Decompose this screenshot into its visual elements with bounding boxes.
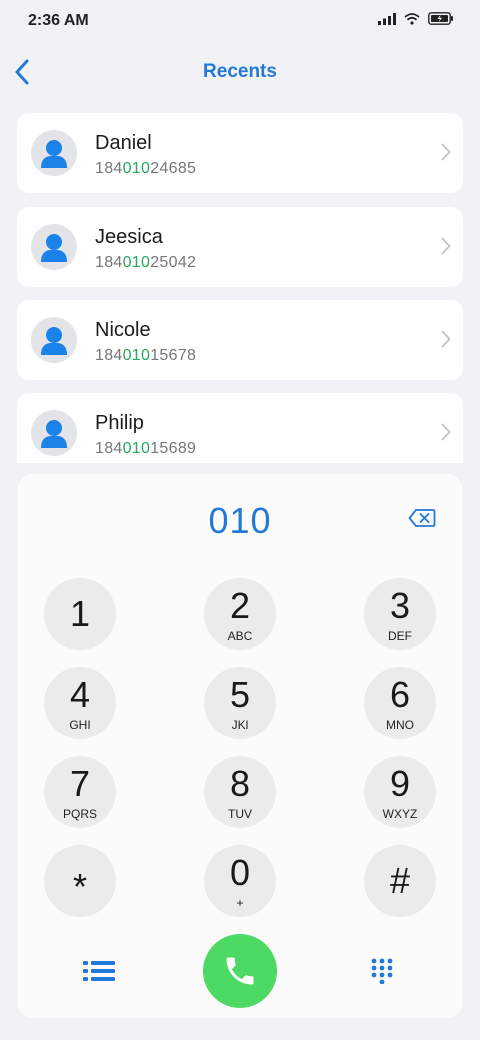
recents-list[interactable]: Daniel 18401024685 Jeesica 18401025042 N… [17, 113, 463, 463]
keypad-button[interactable] [364, 954, 400, 988]
delete-button[interactable] [408, 508, 442, 532]
phone-icon [226, 957, 254, 985]
page-title: Recents [203, 61, 277, 82]
contact-name: Philip [95, 412, 144, 434]
avatar [31, 317, 77, 363]
dialer-panel: 010 1 2 ABC 3 DEF 4 GHI 5 JKl 6 MNO 7 PQ… [18, 474, 462, 1018]
number-match: 010 [122, 440, 151, 457]
chevron-right-icon [441, 237, 451, 255]
recent-contact-card[interactable]: Daniel 18401024685 [17, 113, 463, 193]
key-0[interactable]: 0 + [204, 845, 276, 917]
number-match: 010 [122, 160, 151, 177]
status-time: 2:36 AM [28, 12, 89, 29]
avatar [31, 410, 77, 456]
key-8[interactable]: 8 TUV [204, 756, 276, 828]
backspace-icon [408, 509, 436, 527]
person-icon [41, 420, 67, 448]
list-button[interactable] [80, 956, 118, 986]
number-match: 010 [122, 347, 151, 364]
chevron-right-icon [441, 423, 451, 441]
key-5[interactable]: 5 JKl [204, 667, 276, 739]
key-7[interactable]: 7 PQRS [44, 756, 116, 828]
list-icon [83, 961, 115, 981]
call-button[interactable] [203, 934, 277, 1008]
signal-icon [378, 12, 396, 25]
person-icon [41, 327, 67, 355]
chevron-right-icon [441, 143, 451, 161]
contact-name: Daniel [95, 132, 152, 154]
contact-number: 18401025042 [95, 254, 197, 271]
avatar [31, 130, 77, 176]
header: Recents [0, 44, 480, 100]
recent-contact-card[interactable]: Jeesica 18401025042 [17, 207, 463, 287]
keypad-icon [371, 958, 393, 984]
status-bar: 2:36 AM [0, 0, 480, 44]
status-icons [378, 12, 454, 25]
key-1[interactable]: 1 [44, 578, 116, 650]
chevron-right-icon [441, 330, 451, 348]
battery-icon [428, 12, 453, 25]
wifi-icon [404, 12, 420, 25]
recent-contact-card[interactable]: Nicole 18401015678 [17, 300, 463, 380]
dialed-number: 010 [208, 500, 272, 541]
contact-number: 18401015689 [95, 440, 197, 457]
contact-name: Jeesica [95, 226, 163, 248]
key-hash[interactable]: # [364, 845, 436, 917]
person-icon [41, 140, 67, 168]
number-match: 010 [122, 254, 151, 271]
contact-number: 18401024685 [95, 160, 197, 177]
key-4[interactable]: 4 GHI [44, 667, 116, 739]
contact-number: 18401015678 [95, 347, 197, 364]
recent-contact-card[interactable]: Philip 18401015689 [17, 393, 463, 463]
key-9[interactable]: 9 WXYZ [364, 756, 436, 828]
contact-name: Nicole [95, 319, 151, 341]
key-3[interactable]: 3 DEF [364, 578, 436, 650]
key-2[interactable]: 2 ABC [204, 578, 276, 650]
key-star[interactable]: * [44, 845, 116, 917]
person-icon [41, 234, 67, 262]
key-6[interactable]: 6 MNO [364, 667, 436, 739]
avatar [31, 224, 77, 270]
